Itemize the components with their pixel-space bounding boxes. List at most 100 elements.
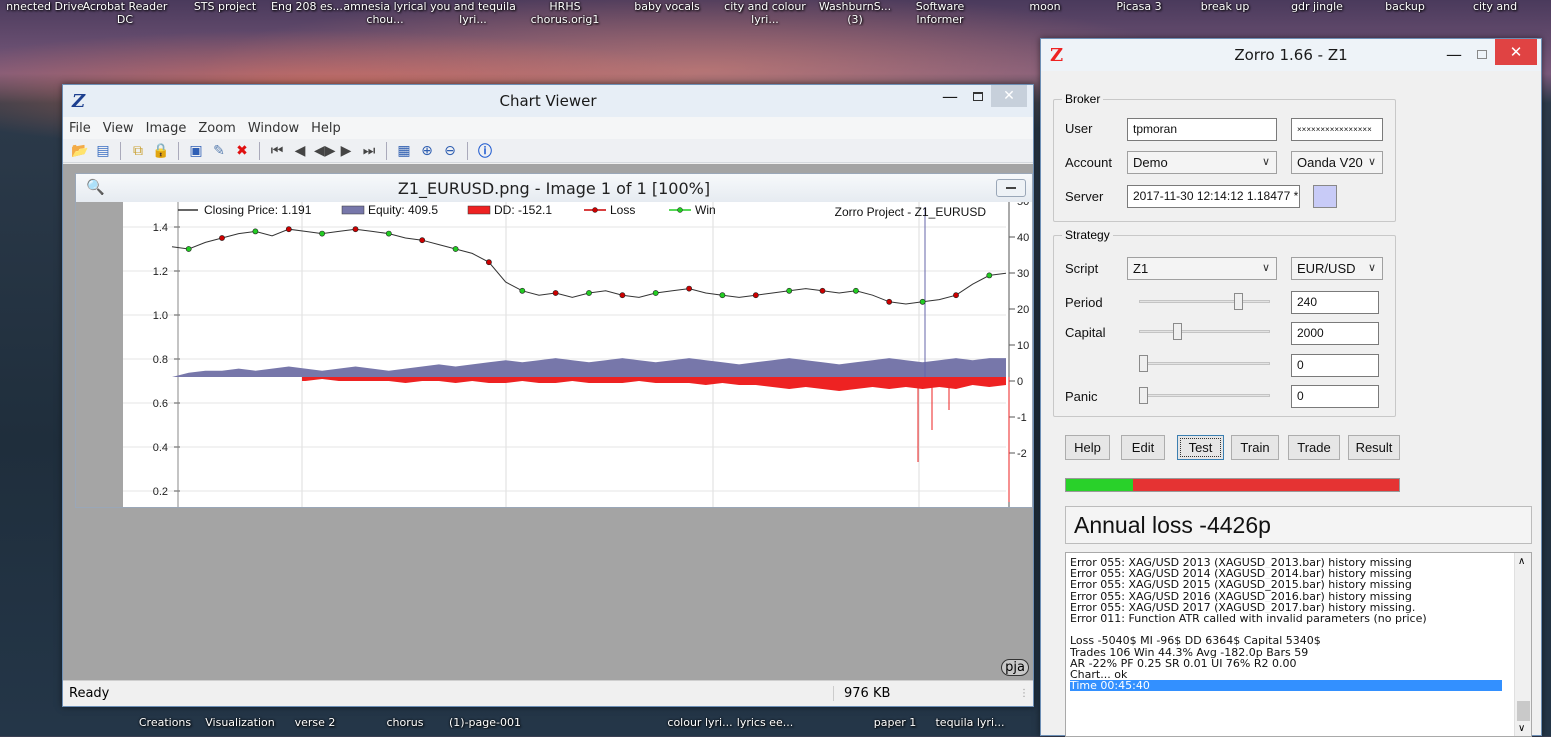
slider-thumb[interactable] <box>1234 293 1244 310</box>
y-tick-label: 0.6 <box>153 398 168 410</box>
menu-view[interactable]: View <box>103 121 134 136</box>
desktop-icon[interactable]: baby vocals <box>622 0 712 13</box>
slider-thumb[interactable] <box>1139 355 1148 372</box>
close-button[interactable]: ✕ <box>1495 39 1537 65</box>
minimize-button[interactable]: — <box>1439 43 1469 65</box>
period-slider[interactable] <box>1139 290 1270 313</box>
first-icon[interactable]: ⏮ <box>268 143 286 159</box>
scroll-thumb[interactable] <box>1517 701 1530 721</box>
log-scrollbar[interactable]: ∧ ∨ <box>1514 553 1531 736</box>
save-icon[interactable]: ▣ <box>187 143 205 159</box>
y-tick-label: 1.2 <box>153 266 168 278</box>
log-line: Error 055: XAG/USD 2015 (XAGUSD_2015.bar… <box>1070 579 1412 591</box>
legend-swatch <box>341 205 365 215</box>
slideshow-icon[interactable]: ◀▶ <box>314 143 336 159</box>
account-select[interactable]: Demo ∨ <box>1127 151 1277 174</box>
desktop-icon[interactable]: gdr jingle <box>1272 0 1362 13</box>
minimize-button[interactable]: — <box>935 85 965 107</box>
desktop-icon[interactable]: WashburnS... (3) <box>810 0 900 26</box>
broker-select[interactable]: Oanda V20 ∨ <box>1291 151 1383 174</box>
zorro-window: Z Zorro 1.66 - Z1 — ✕ Broker User tpmora… <box>1040 38 1542 737</box>
desktop-icon[interactable]: city and <box>1450 0 1540 13</box>
resize-grip-icon[interactable]: ⋮ <box>1019 688 1029 699</box>
lock-icon[interactable]: 🔒 <box>152 143 170 159</box>
period-input[interactable]: 240 <box>1291 291 1379 314</box>
scroll-down-icon[interactable]: ∨ <box>1518 723 1525 734</box>
extra-input[interactable]: 0 <box>1291 354 1379 377</box>
desktop-icon[interactable]: break up <box>1180 0 1270 13</box>
script-select[interactable]: Z1 ∨ <box>1127 257 1277 280</box>
desktop-icon[interactable]: lyrics ee... <box>720 716 810 729</box>
zoom-out-icon[interactable]: ⊖ <box>441 143 459 159</box>
password-input[interactable]: ×××××××××××××××× <box>1291 118 1383 141</box>
copy-icon[interactable]: ⧉ <box>129 143 147 159</box>
zorro-titlebar[interactable]: Z Zorro 1.66 - Z1 — ✕ <box>1041 39 1541 71</box>
panic-slider[interactable] <box>1139 384 1270 407</box>
menu-help[interactable]: Help <box>311 121 341 136</box>
trade-button[interactable]: Trade <box>1288 435 1340 460</box>
menu-zoom[interactable]: Zoom <box>198 121 235 136</box>
delete-icon[interactable]: ✖ <box>233 143 251 159</box>
restore-button[interactable] <box>996 179 1026 197</box>
image-window-titlebar[interactable]: 🔍 Z1_EURUSD.png - Image 1 of 1 [100%] <box>76 174 1032 202</box>
desktop-icon[interactable]: Eng 208 es... <box>262 0 352 13</box>
user-input[interactable]: tpmoran <box>1127 118 1277 141</box>
chevron-down-icon: ∨ <box>1367 262 1376 274</box>
desktop-icon[interactable]: Picasa 3 <box>1094 0 1184 13</box>
desktop-icon[interactable]: city and colour lyri... <box>720 0 810 26</box>
maximize-button[interactable] <box>1469 43 1495 65</box>
desktop-icon[interactable]: chorus <box>360 716 450 729</box>
desktop-icon[interactable]: tequila lyri... <box>925 716 1015 729</box>
win-marker <box>185 246 192 252</box>
edit-button[interactable]: Edit <box>1121 435 1165 460</box>
menu-image[interactable]: Image <box>146 121 187 136</box>
desktop-icon[interactable]: HRHS chorus.orig1 <box>520 0 610 26</box>
script-value: Z1 <box>1133 261 1149 276</box>
prev-icon[interactable]: ◀ <box>291 143 309 159</box>
info-icon[interactable]: ⓘ <box>476 141 494 161</box>
desktop-icon[interactable]: verse 2 <box>270 716 360 729</box>
scroll-up-icon[interactable]: ∧ <box>1518 556 1525 567</box>
help-button[interactable]: Help <box>1065 435 1110 460</box>
result-button[interactable]: Result <box>1348 435 1400 460</box>
chart-viewer-titlebar[interactable]: Z Chart Viewer — ✕ <box>63 85 1033 117</box>
desktop-icon[interactable]: moon <box>1000 0 1090 13</box>
properties-icon[interactable]: ✎ <box>210 143 228 159</box>
extra-slider[interactable] <box>1139 352 1270 375</box>
chevron-down-icon: ∨ <box>1261 156 1270 168</box>
desktop-icon[interactable]: (1)-page-001 <box>440 716 530 729</box>
desktop-icon[interactable]: you and tequila lyri... <box>428 0 518 26</box>
legend-marker <box>592 207 598 213</box>
capital-input[interactable]: 2000 <box>1291 322 1379 345</box>
menu-file[interactable]: File <box>69 121 91 136</box>
desktop-icon[interactable]: Acrobat Reader DC <box>80 0 170 26</box>
desktop-icon[interactable]: backup <box>1360 0 1450 13</box>
open-icon[interactable]: ▤ <box>94 143 112 159</box>
desktop-icon[interactable]: nnected Drive <box>0 0 90 13</box>
next-icon[interactable]: ▶ <box>337 143 355 159</box>
open-folder-icon[interactable]: 📂 <box>71 143 89 159</box>
log-line: Error 055: XAG/USD 2016 (XAGUSD_2016.bar… <box>1070 590 1412 602</box>
asset-select[interactable]: EUR/USD ∨ <box>1291 257 1383 280</box>
grid-icon[interactable]: ▦ <box>395 143 413 159</box>
toolbar-separator <box>259 141 260 160</box>
train-button[interactable]: Train <box>1231 435 1279 460</box>
desktop-icon[interactable]: amnesia lyrical chou... <box>340 0 430 26</box>
menu-window[interactable]: Window <box>248 121 299 136</box>
desktop-icon[interactable]: STS project <box>180 0 270 13</box>
slider-thumb[interactable] <box>1139 387 1148 404</box>
test-button[interactable]: Test <box>1177 435 1224 460</box>
zoom-in-icon[interactable]: ⊕ <box>418 143 436 159</box>
progress-fill <box>1066 479 1133 491</box>
capital-slider[interactable] <box>1139 320 1270 343</box>
win-marker <box>385 230 392 237</box>
maximize-button[interactable] <box>965 85 991 107</box>
panic-input[interactable]: 0 <box>1291 385 1379 408</box>
asset-value: EUR/USD <box>1297 261 1356 276</box>
close-button[interactable]: ✕ <box>991 85 1027 107</box>
broker-legend: Broker <box>1062 92 1104 106</box>
desktop-icon[interactable]: Software Informer <box>895 0 985 26</box>
slider-thumb[interactable] <box>1173 323 1183 340</box>
message-log[interactable]: Error 055: XAG/USD 2013 (XAGUSD_2013.bar… <box>1065 552 1532 737</box>
last-icon[interactable]: ⏭ <box>360 143 378 159</box>
